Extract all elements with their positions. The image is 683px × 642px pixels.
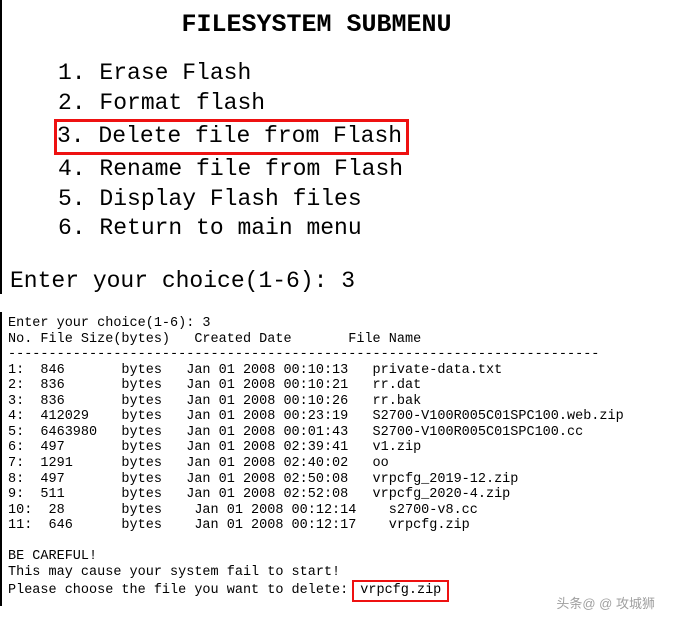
- choice-prompt-top[interactable]: Enter your choice(1-6): 3: [10, 268, 683, 294]
- choice-prompt: Enter your choice(1-6): 3: [8, 316, 683, 332]
- table-row: 8: 497 bytes Jan 01 2008 02:50:08 vrpcfg…: [8, 472, 683, 488]
- listing-divider: ----------------------------------------…: [8, 347, 683, 363]
- table-row: 7: 1291 bytes Jan 01 2008 02:40:02 oo: [8, 456, 683, 472]
- file-listing-panel: Enter your choice(1-6): 3 No. File Size(…: [0, 312, 683, 605]
- menu-item-6[interactable]: 6. Return to main menu: [58, 214, 683, 244]
- delete-target-highlighted: vrpcfg.zip: [352, 580, 449, 602]
- warning-line-2: This may cause your system fail to start…: [8, 565, 683, 581]
- warning-line-1: BE CAREFUL!: [8, 549, 683, 565]
- table-row: 9: 511 bytes Jan 01 2008 02:52:08 vrpcfg…: [8, 487, 683, 503]
- menu-item-4[interactable]: 4. Rename file from Flash: [58, 155, 683, 185]
- menu-title: FILESYSTEM SUBMENU: [10, 10, 683, 39]
- table-row: 1: 846 bytes Jan 01 2008 00:10:13 privat…: [8, 363, 683, 379]
- menu-panel: FILESYSTEM SUBMENU 1. Erase Flash 2. For…: [0, 0, 683, 294]
- menu-item-1[interactable]: 1. Erase Flash: [58, 59, 683, 89]
- menu-list: 1. Erase Flash 2. Format flash 3. Delete…: [10, 59, 683, 244]
- table-row: 6: 497 bytes Jan 01 2008 02:39:41 v1.zip: [8, 440, 683, 456]
- menu-item-3-highlighted[interactable]: 3. Delete file from Flash: [54, 119, 409, 155]
- table-row: 2: 836 bytes Jan 01 2008 00:10:21 rr.dat: [8, 378, 683, 394]
- blank-line: [8, 534, 683, 550]
- table-row: 4: 412029 bytes Jan 01 2008 00:23:19 S27…: [8, 409, 683, 425]
- listing-header: No. File Size(bytes) Created Date File N…: [8, 332, 683, 348]
- menu-item-2[interactable]: 2. Format flash: [58, 89, 683, 119]
- table-row: 5: 6463980 bytes Jan 01 2008 00:01:43 S2…: [8, 425, 683, 441]
- table-row: 11: 646 bytes Jan 01 2008 00:12:17 vrpcf…: [8, 518, 683, 534]
- menu-item-5[interactable]: 5. Display Flash files: [58, 185, 683, 215]
- table-row: 10: 28 bytes Jan 01 2008 00:12:14 s2700-…: [8, 503, 683, 519]
- delete-prompt-line[interactable]: Please choose the file you want to delet…: [8, 580, 683, 602]
- table-row: 3: 836 bytes Jan 01 2008 00:10:26 rr.bak: [8, 394, 683, 410]
- delete-prompt-text: Please choose the file you want to delet…: [8, 583, 348, 599]
